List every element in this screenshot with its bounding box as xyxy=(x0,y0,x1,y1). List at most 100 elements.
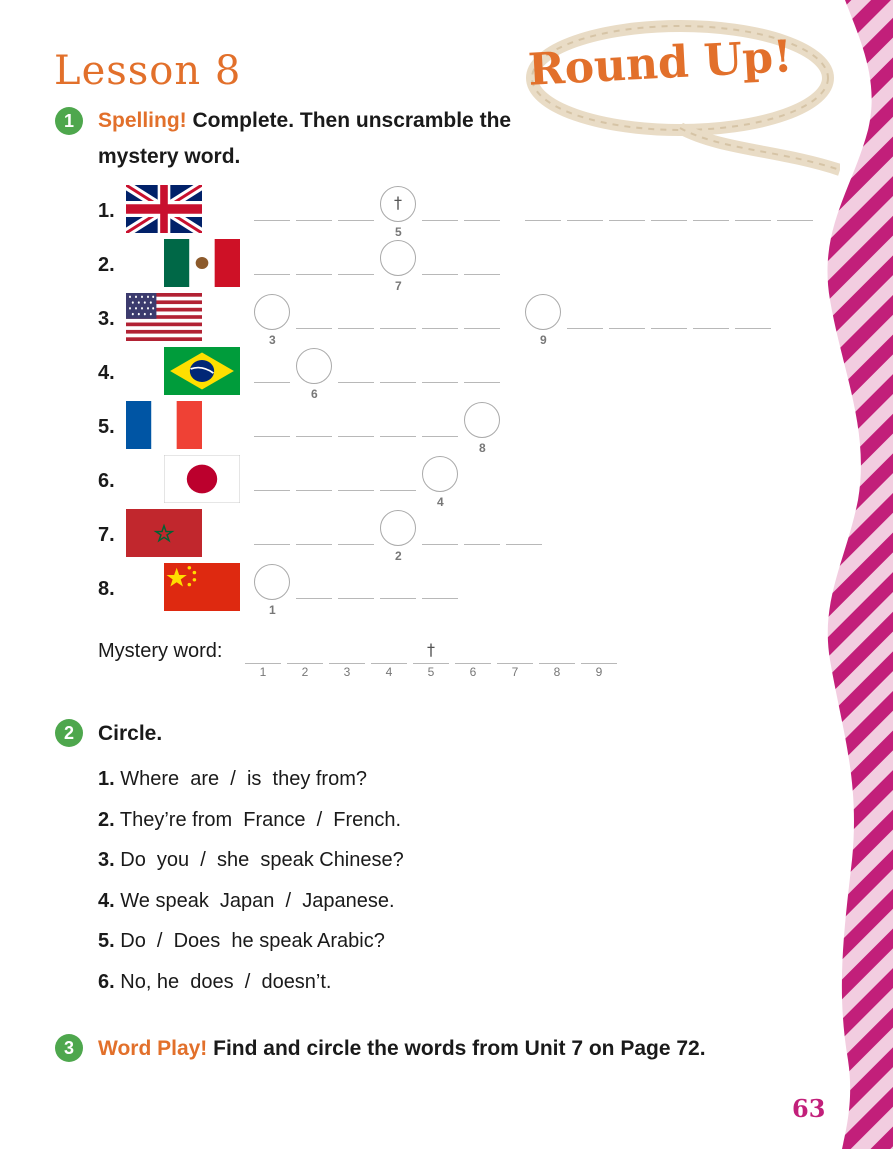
letter-blank xyxy=(422,436,458,437)
letter-blank xyxy=(693,220,729,221)
question-number: 5. xyxy=(98,930,115,952)
letter-blank xyxy=(338,598,374,599)
section-2-title: Circle. xyxy=(98,722,163,745)
letter-blank xyxy=(338,490,374,491)
letter-blank xyxy=(338,274,374,275)
mystery-slot-number: 6 xyxy=(469,665,477,679)
spelling-label: Spelling! xyxy=(98,109,187,132)
letter-blank xyxy=(651,220,687,221)
letter-blank xyxy=(338,328,374,329)
letter-blank xyxy=(338,382,374,383)
mystery-slot-number: 9 xyxy=(595,665,603,679)
section-2-badge: 2 xyxy=(55,719,83,747)
mystery-blank xyxy=(413,663,449,664)
letter-blank xyxy=(254,544,290,545)
circle-index: 5 xyxy=(395,225,402,239)
letter-blank xyxy=(422,328,458,329)
letter-blank xyxy=(735,220,771,221)
letter-blank xyxy=(651,328,687,329)
section-1-badge: 1 xyxy=(55,107,83,135)
japan-flag-icon xyxy=(164,455,240,503)
mystery-blank xyxy=(287,663,323,664)
letter-blank xyxy=(380,436,416,437)
letter-circle xyxy=(254,294,290,330)
mystery-word-label: Mystery word: xyxy=(98,640,223,662)
section-3-badge: 3 xyxy=(55,1034,83,1062)
letter-blank xyxy=(296,328,332,329)
question-number: 4. xyxy=(98,890,115,912)
letter-blank xyxy=(464,544,500,545)
letter-blank xyxy=(422,274,458,275)
question-number: 3. xyxy=(98,849,115,871)
circle-index: 4 xyxy=(437,495,444,509)
letter-circle: † xyxy=(380,186,416,222)
letter-circle xyxy=(380,510,416,546)
letter-blank xyxy=(338,544,374,545)
letter-blank xyxy=(380,490,416,491)
mystery-slot-number: 4 xyxy=(385,665,393,679)
letter-blank xyxy=(296,436,332,437)
mystery-slot-number: 3 xyxy=(343,665,351,679)
letter-blank xyxy=(609,220,645,221)
letter-blank xyxy=(422,598,458,599)
letter-circle xyxy=(254,564,290,600)
row-number: 1. xyxy=(98,200,115,222)
rope-lasso-decoration xyxy=(526,20,840,176)
letter-blank xyxy=(296,220,332,221)
letter-blank xyxy=(777,220,813,221)
circle-question: 2. They’re from France / French. xyxy=(98,809,401,832)
letter-blank xyxy=(693,328,729,329)
letter-blank xyxy=(380,598,416,599)
letter-blank xyxy=(296,598,332,599)
letter-blank xyxy=(525,220,561,221)
instruction-line-1: Complete. Then unscramble the xyxy=(192,109,512,132)
question-text: Where are / is they from? xyxy=(120,768,367,790)
letter-blank xyxy=(422,382,458,383)
row-number: 3. xyxy=(98,308,115,330)
letter-circle xyxy=(525,294,561,330)
letter-blank xyxy=(380,382,416,383)
letter-blank xyxy=(735,328,771,329)
letter-circle xyxy=(380,240,416,276)
mystery-blank xyxy=(581,663,617,664)
question-text: No, he does / doesn’t. xyxy=(120,971,332,993)
instruction-line-2: mystery word. xyxy=(98,145,241,168)
circle-index: 7 xyxy=(395,279,402,293)
mystery-slot-number: 8 xyxy=(553,665,561,679)
question-text: Do you / she speak Chinese? xyxy=(120,849,404,871)
row-number: 5. xyxy=(98,416,115,438)
mystery-blank xyxy=(371,663,407,664)
mexico-flag-icon xyxy=(164,239,240,287)
page-number: 63 xyxy=(792,1094,826,1123)
word-play-text: Find and circle the words from Unit 7 on… xyxy=(213,1037,706,1060)
mystery-blank xyxy=(497,663,533,664)
letter-blank xyxy=(254,436,290,437)
letter-blank xyxy=(464,382,500,383)
letter-circle xyxy=(464,402,500,438)
circle-index: 9 xyxy=(540,333,547,347)
circle-index: 8 xyxy=(479,441,486,455)
question-number: 6. xyxy=(98,971,115,993)
letter-blank xyxy=(464,220,500,221)
letter-circle xyxy=(296,348,332,384)
question-text: They’re from France / French. xyxy=(119,809,402,831)
letter-blank xyxy=(296,490,332,491)
row-number: 6. xyxy=(98,470,115,492)
circle-index: 6 xyxy=(311,387,318,401)
question-text: Do / Does he speak Arabic? xyxy=(120,930,385,952)
letter-blank xyxy=(609,328,645,329)
usa-flag-icon xyxy=(126,293,202,341)
mystery-mark: † xyxy=(427,640,435,659)
letter-blank xyxy=(338,436,374,437)
letter-blank xyxy=(254,490,290,491)
letter-blank xyxy=(567,328,603,329)
letter-blank xyxy=(296,544,332,545)
letter-blank xyxy=(422,544,458,545)
letter-circle xyxy=(422,456,458,492)
mystery-blank xyxy=(245,663,281,664)
morocco-flag-icon xyxy=(126,509,202,557)
circle-question: 4. We speak Japan / Japanese. xyxy=(98,890,395,913)
letter-blank xyxy=(422,220,458,221)
circle-index: 2 xyxy=(395,549,402,563)
letter-blank xyxy=(506,544,542,545)
